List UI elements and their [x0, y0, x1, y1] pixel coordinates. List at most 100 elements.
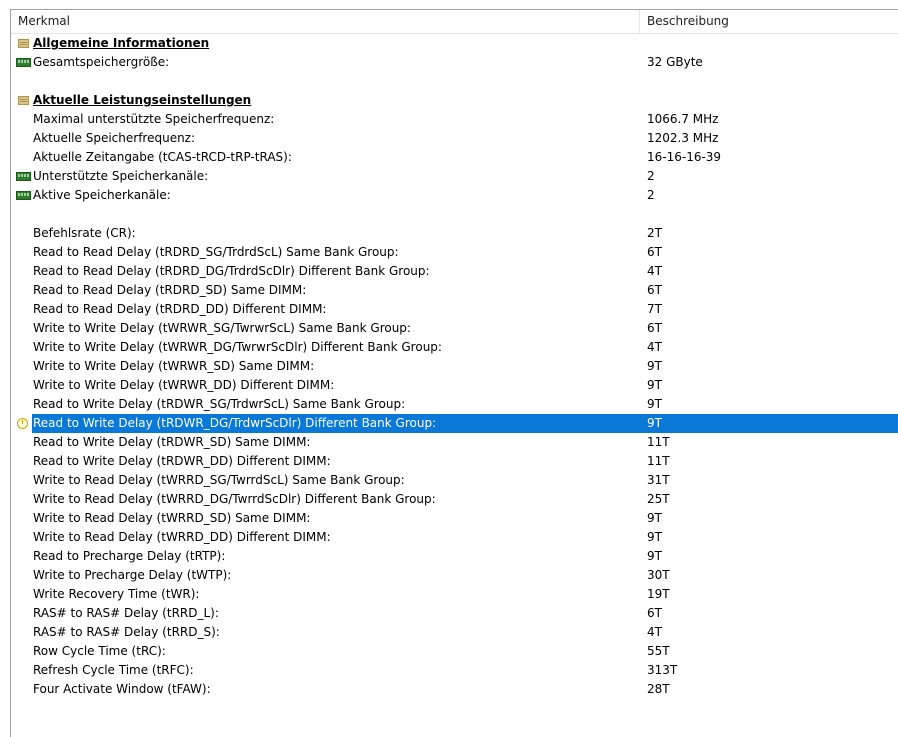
row-label: Read to Write Delay (tRDWR_SD) Same DIMM…	[33, 435, 311, 449]
row-label: Aktive Speicherkanäle:	[33, 188, 171, 202]
row-label: Write Recovery Time (tWR):	[33, 587, 200, 601]
row-value: 1202.3 MHz	[647, 131, 719, 145]
row-value: 9T	[647, 359, 662, 373]
row-value: 2	[647, 188, 655, 202]
list-row[interactable]: Refresh Cycle Time (tRFC): 313T	[11, 661, 898, 680]
list-row[interactable]: Unterstützte Speicherkanäle: 2	[11, 167, 898, 186]
row-value: 4T	[647, 264, 662, 278]
row-value: 11T	[647, 454, 670, 468]
list-row[interactable]: Write to Write Delay (tWRWR_SD) Same DIM…	[11, 357, 898, 376]
row-value: 6T	[647, 245, 662, 259]
row-value: 28T	[647, 682, 670, 696]
row-label: Aktuelle Zeitangabe (tCAS-tRCD-tRP-tRAS)…	[33, 150, 292, 164]
row-label: Write to Precharge Delay (tWTP):	[33, 568, 232, 582]
section-icon	[16, 94, 30, 107]
list-row[interactable]: Read to Write Delay (tRDWR_SG/TrdwrScL) …	[11, 395, 898, 414]
row-value: 2T	[647, 226, 662, 240]
column-header-feature[interactable]: Merkmal	[18, 10, 70, 33]
list-row[interactable]: Read to Read Delay (tRDRD_DD) Different …	[11, 300, 898, 319]
row-label: Write to Write Delay (tWRWR_DG/TwrwrScDl…	[33, 340, 442, 354]
spacer-row	[11, 72, 898, 91]
row-value: 6T	[647, 321, 662, 335]
row-value: 7T	[647, 302, 662, 316]
list-row[interactable]: Aktuelle Speicherfrequenz: 1202.3 MHz	[11, 129, 898, 148]
list-row[interactable]: Four Activate Window (tFAW): 28T	[11, 680, 898, 699]
section-title: Aktuelle Leistungseinstellungen	[33, 93, 252, 107]
memory-icon	[16, 170, 31, 183]
row-label: Read to Precharge Delay (tRTP):	[33, 549, 226, 563]
row-label: Read to Read Delay (tRDRD_SD) Same DIMM:	[33, 283, 307, 297]
row-label: RAS# to RAS# Delay (tRRD_L):	[33, 606, 219, 620]
list-row[interactable]: Write to Write Delay (tWRWR_SG/TwrwrScL)…	[11, 319, 898, 338]
list-row[interactable]: Write to Precharge Delay (tWTP): 30T	[11, 566, 898, 585]
row-label: Row Cycle Time (tRC):	[33, 644, 166, 658]
list-row[interactable]: Aktuelle Zeitangabe (tCAS-tRCD-tRP-tRAS)…	[11, 148, 898, 167]
section-icon	[16, 37, 30, 50]
list-row[interactable]: Gesamtspeichergröße: 32 GByte	[11, 53, 898, 72]
row-value: 11T	[647, 435, 670, 449]
list-row[interactable]: Write to Read Delay (tWRRD_SD) Same DIMM…	[11, 509, 898, 528]
row-label: Gesamtspeichergröße:	[33, 55, 170, 69]
list-row[interactable]: RAS# to RAS# Delay (tRRD_L): 6T	[11, 604, 898, 623]
section-header-row[interactable]: Aktuelle Leistungseinstellungen	[11, 91, 898, 110]
details-list[interactable]: Allgemeine Informationen Gesamtspeichergr…	[11, 34, 898, 699]
list-row[interactable]: Read to Read Delay (tRDRD_SG/TrdrdScL) S…	[11, 243, 898, 262]
row-value: 55T	[647, 644, 670, 658]
row-value: 2	[647, 169, 655, 183]
memory-icon	[16, 56, 31, 69]
list-row[interactable]: Read to Write Delay (tRDWR_SD) Same DIMM…	[11, 433, 898, 452]
section-title: Allgemeine Informationen	[33, 36, 210, 50]
row-value: 9T	[647, 511, 662, 525]
row-label: Write to Write Delay (tWRWR_SG/TwrwrScL)…	[33, 321, 411, 335]
list-row[interactable]: RAS# to RAS# Delay (tRRD_S): 4T	[11, 623, 898, 642]
row-label: Write to Read Delay (tWRRD_DG/TwrrdScDlr…	[33, 492, 436, 506]
column-divider[interactable]	[639, 10, 640, 33]
row-label: Write to Write Delay (tWRWR_DD) Differen…	[33, 378, 335, 392]
row-label: Aktuelle Speicherfrequenz:	[33, 131, 196, 145]
row-label: Refresh Cycle Time (tRFC):	[33, 663, 194, 677]
list-row[interactable]: Read to Write Delay (tRDWR_DG/TrdwrScDlr…	[11, 414, 898, 433]
row-label: Read to Read Delay (tRDRD_SG/TrdrdScL) S…	[33, 245, 399, 259]
row-value: 313T	[647, 663, 678, 677]
row-label: Write to Read Delay (tWRRD_DD) Different…	[33, 530, 331, 544]
list-row[interactable]: Maximal unterstützte Speicherfrequenz: 10…	[11, 110, 898, 129]
row-value: 32 GByte	[647, 55, 703, 69]
memory-icon	[16, 189, 31, 202]
spacer-row	[11, 205, 898, 224]
row-value: 4T	[647, 625, 662, 639]
row-value: 4T	[647, 340, 662, 354]
list-row[interactable]: Write to Read Delay (tWRRD_DD) Different…	[11, 528, 898, 547]
list-row[interactable]: Read to Precharge Delay (tRTP): 9T	[11, 547, 898, 566]
list-row[interactable]: Read to Read Delay (tRDRD_DG/TrdrdScDlr)…	[11, 262, 898, 281]
row-label: RAS# to RAS# Delay (tRRD_S):	[33, 625, 220, 639]
row-label: Befehlsrate (CR):	[33, 226, 136, 240]
list-row[interactable]: Read to Write Delay (tRDWR_DD) Different…	[11, 452, 898, 471]
list-row[interactable]: Write to Read Delay (tWRRD_SG/TwrrdScL) …	[11, 471, 898, 490]
list-row[interactable]: Befehlsrate (CR): 2T	[11, 224, 898, 243]
list-row[interactable]: Aktive Speicherkanäle: 2	[11, 186, 898, 205]
clock-icon	[16, 417, 30, 430]
list-row[interactable]: Write to Write Delay (tWRWR_DG/TwrwrScDl…	[11, 338, 898, 357]
row-label: Unterstützte Speicherkanäle:	[33, 169, 209, 183]
list-row[interactable]: Read to Read Delay (tRDRD_SD) Same DIMM:…	[11, 281, 898, 300]
row-value: 9T	[647, 530, 662, 544]
row-label: Maximal unterstützte Speicherfrequenz:	[33, 112, 275, 126]
row-value: 19T	[647, 587, 670, 601]
row-value: 9T	[647, 397, 662, 411]
list-row[interactable]: Write to Write Delay (tWRWR_DD) Differen…	[11, 376, 898, 395]
list-row[interactable]: Write to Read Delay (tWRRD_DG/TwrrdScDlr…	[11, 490, 898, 509]
row-label: Write to Read Delay (tWRRD_SG/TwrrdScL) …	[33, 473, 405, 487]
row-value: 9T	[647, 378, 662, 392]
row-label: Read to Read Delay (tRDRD_DG/TrdrdScDlr)…	[33, 264, 430, 278]
row-label: Four Activate Window (tFAW):	[33, 682, 211, 696]
row-value: 6T	[647, 606, 662, 620]
row-label: Read to Write Delay (tRDWR_DD) Different…	[33, 454, 331, 468]
column-header: Merkmal Beschreibung	[11, 10, 898, 34]
list-row[interactable]: Row Cycle Time (tRC): 55T	[11, 642, 898, 661]
row-label: Write to Read Delay (tWRRD_SD) Same DIMM…	[33, 511, 311, 525]
column-header-description[interactable]: Beschreibung	[647, 10, 729, 33]
section-header-row[interactable]: Allgemeine Informationen	[11, 34, 898, 53]
row-label: Read to Write Delay (tRDWR_SG/TrdwrScL) …	[33, 397, 406, 411]
row-value: 6T	[647, 283, 662, 297]
list-row[interactable]: Write Recovery Time (tWR): 19T	[11, 585, 898, 604]
